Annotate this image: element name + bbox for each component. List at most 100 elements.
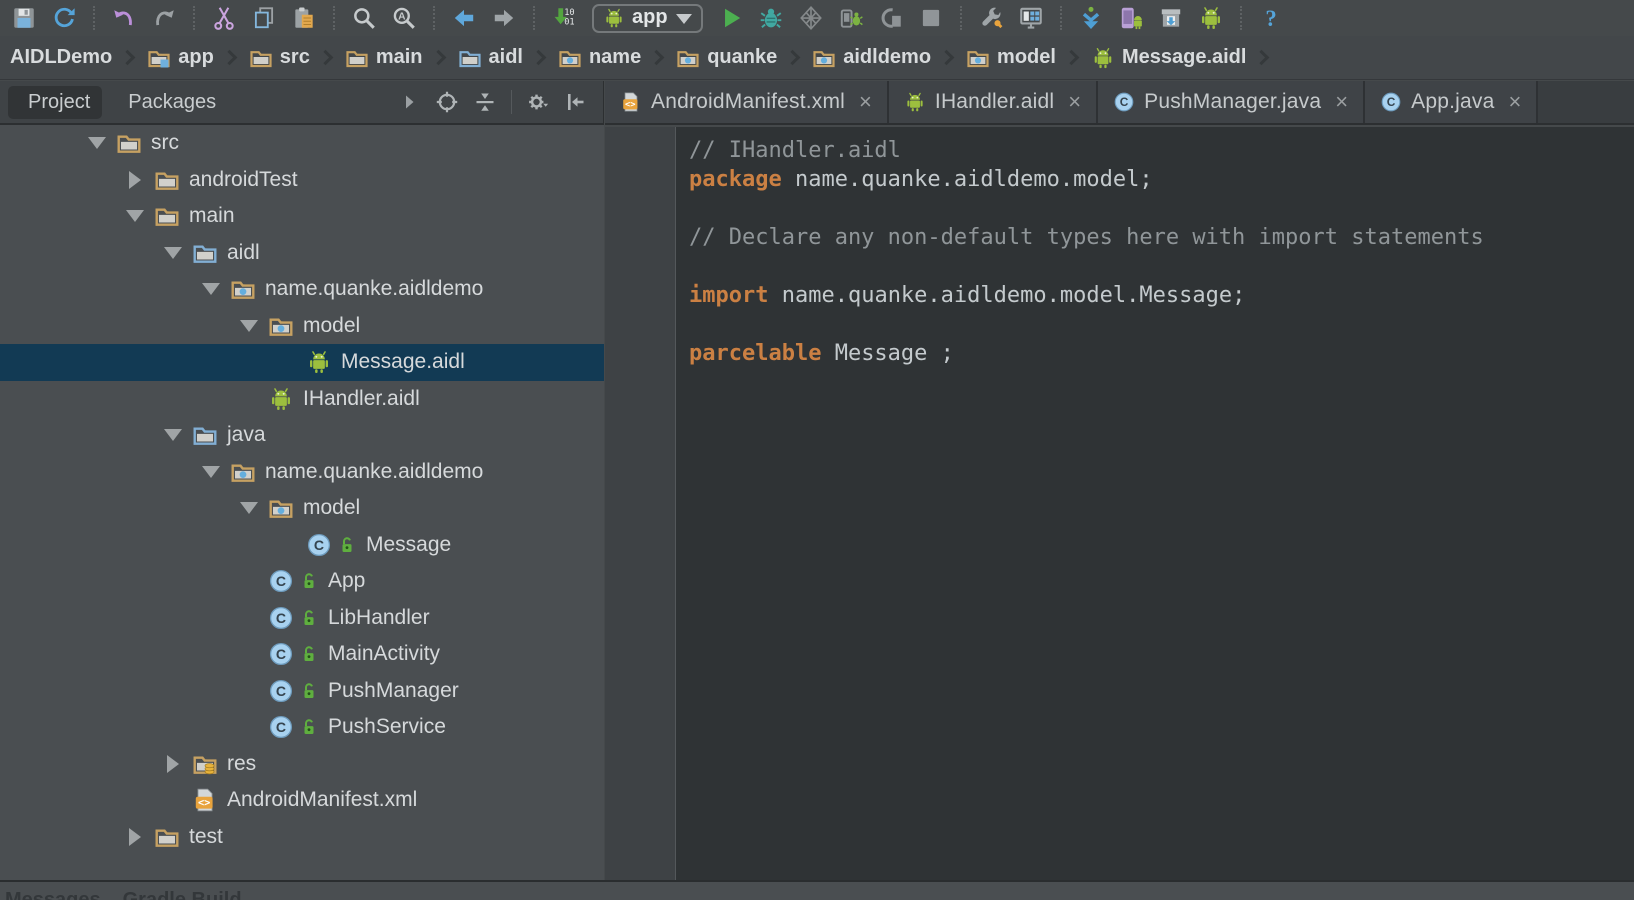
tree-expand-arrow[interactable] xyxy=(192,271,230,308)
breadcrumb-item[interactable]: aidldemo xyxy=(812,36,931,79)
code-area[interactable]: // IHandler.aidlpackage name.quanke.aidl… xyxy=(676,127,1484,880)
tree-row[interactable]: androidTest xyxy=(0,162,604,199)
gear-button[interactable] xyxy=(523,87,553,117)
close-icon[interactable]: × xyxy=(1068,91,1081,113)
editor-tab[interactable]: IHandler.aidl × xyxy=(889,81,1098,123)
device-monitor-button[interactable] xyxy=(1016,3,1046,33)
tree-row[interactable]: C LibHandler xyxy=(0,600,604,637)
tree-expand-arrow[interactable] xyxy=(230,308,268,345)
copy-button[interactable] xyxy=(249,3,279,33)
breadcrumb-item[interactable]: Message.aidl xyxy=(1091,36,1247,79)
tree-row[interactable]: Message.aidl xyxy=(0,344,604,381)
tree-expand-arrow[interactable] xyxy=(116,819,154,856)
tree-row[interactable]: src xyxy=(0,125,604,162)
main-toolbar: A 10 01 app xyxy=(0,0,1634,36)
redo-button[interactable] xyxy=(149,3,179,33)
tree-expand-arrow[interactable] xyxy=(116,198,154,235)
locate-button[interactable] xyxy=(432,87,462,117)
breadcrumb-item[interactable]: src xyxy=(249,36,310,79)
project-tree[interactable]: src androidTest main aidl name.quanke.ai… xyxy=(0,125,604,880)
tree-row[interactable]: main xyxy=(0,198,604,235)
tree-row[interactable]: C PushService xyxy=(0,709,604,746)
run-config-selector[interactable]: app xyxy=(592,4,703,33)
undo-button[interactable] xyxy=(109,3,139,33)
stop-button[interactable] xyxy=(916,3,946,33)
tree-row[interactable]: model xyxy=(0,308,604,345)
debug-button[interactable] xyxy=(756,3,786,33)
tool-window-button[interactable]: Messages xyxy=(5,889,101,900)
breadcrumb-chevron-icon xyxy=(1064,50,1080,66)
sdk-updates-button[interactable] xyxy=(1156,3,1186,33)
tree-row[interactable]: res xyxy=(0,746,604,783)
collapse-all-button[interactable] xyxy=(470,87,500,117)
replace-button[interactable]: A xyxy=(389,3,419,33)
tree-row[interactable]: java xyxy=(0,417,604,454)
gradle-sync-button[interactable] xyxy=(1076,3,1106,33)
sdk-manager-button[interactable] xyxy=(976,3,1006,33)
tree-row[interactable]: test xyxy=(0,819,604,856)
breadcrumb-item[interactable]: name xyxy=(558,36,641,79)
help-button[interactable]: ? xyxy=(1256,3,1286,33)
editor-tab[interactable]: C PushManager.java × xyxy=(1098,81,1365,123)
tree-row[interactable]: IHandler.aidl xyxy=(0,381,604,418)
tree-expand-arrow[interactable] xyxy=(230,490,268,527)
avd-manager-button[interactable] xyxy=(1116,3,1146,33)
find-button[interactable] xyxy=(349,3,379,33)
package-folder-icon xyxy=(268,313,294,339)
tree-row[interactable]: name.quanke.aidldemo xyxy=(0,271,604,308)
paste-button[interactable] xyxy=(289,3,319,33)
synchronize-button[interactable] xyxy=(49,3,79,33)
device-monitor-icon xyxy=(1018,5,1044,31)
tree-row[interactable]: name.quanke.aidldemo xyxy=(0,454,604,491)
tree-row[interactable]: aidl xyxy=(0,235,604,272)
tree-expand-arrow[interactable] xyxy=(78,125,116,162)
tree-expand-arrow[interactable] xyxy=(154,417,192,454)
tree-expand-arrow[interactable] xyxy=(192,454,230,491)
breadcrumb-item[interactable]: main xyxy=(345,36,423,79)
visibility-lock-icon xyxy=(337,535,357,555)
back-button[interactable] xyxy=(449,3,479,33)
forward-button[interactable] xyxy=(489,3,519,33)
breadcrumb-item[interactable]: app xyxy=(147,36,214,79)
breadcrumb-label: app xyxy=(178,46,214,69)
editor-tab[interactable]: <> AndroidManifest.xml × xyxy=(605,81,889,123)
tree-row[interactable]: C Message xyxy=(0,527,604,564)
tree-row[interactable]: model xyxy=(0,490,604,527)
editor-tab[interactable]: C App.java × xyxy=(1365,81,1538,123)
locate-icon xyxy=(435,90,459,114)
tab-project[interactable]: Project xyxy=(8,86,102,119)
run-coverage-icon xyxy=(798,5,824,31)
svg-text:C: C xyxy=(1120,95,1129,109)
tab-packages[interactable]: Packages xyxy=(108,86,228,119)
save-all-button[interactable] xyxy=(9,3,39,33)
attach-debugger-button[interactable] xyxy=(836,3,866,33)
package-folder-icon xyxy=(812,46,836,70)
breadcrumb-item[interactable]: quanke xyxy=(676,36,777,79)
tree-expand-arrow[interactable] xyxy=(154,235,192,272)
folder-icon xyxy=(154,167,180,193)
visibility-lock-icon xyxy=(299,681,319,701)
profile-button[interactable] xyxy=(876,3,906,33)
tree-row[interactable]: C App xyxy=(0,563,604,600)
tree-row[interactable]: <>AndroidManifest.xml xyxy=(0,782,604,819)
editor[interactable]: // IHandler.aidlpackage name.quanke.aidl… xyxy=(605,127,1634,880)
breadcrumb-item[interactable]: model xyxy=(966,36,1056,79)
breadcrumb-item[interactable]: AIDLDemo xyxy=(10,36,112,79)
run-button[interactable] xyxy=(716,3,746,33)
close-icon[interactable]: × xyxy=(859,91,872,113)
close-icon[interactable]: × xyxy=(1335,91,1348,113)
update-button[interactable]: 10 01 xyxy=(549,3,579,33)
tree-row[interactable]: C PushManager xyxy=(0,673,604,710)
breadcrumb-item[interactable]: aidl xyxy=(458,36,523,79)
tool-window-button[interactable]: Gradle Build xyxy=(123,889,242,900)
close-icon[interactable]: × xyxy=(1508,91,1521,113)
tree-row[interactable]: C MainActivity xyxy=(0,636,604,673)
module-folder-icon xyxy=(147,46,171,70)
hide-panel-button[interactable] xyxy=(561,87,591,117)
run-coverage-button[interactable] xyxy=(796,3,826,33)
tree-expand-arrow[interactable] xyxy=(154,746,192,783)
cut-button[interactable] xyxy=(209,3,239,33)
chevron-right-button[interactable] xyxy=(394,87,424,117)
tree-expand-arrow[interactable] xyxy=(116,162,154,199)
android-monitor-button[interactable] xyxy=(1196,3,1226,33)
